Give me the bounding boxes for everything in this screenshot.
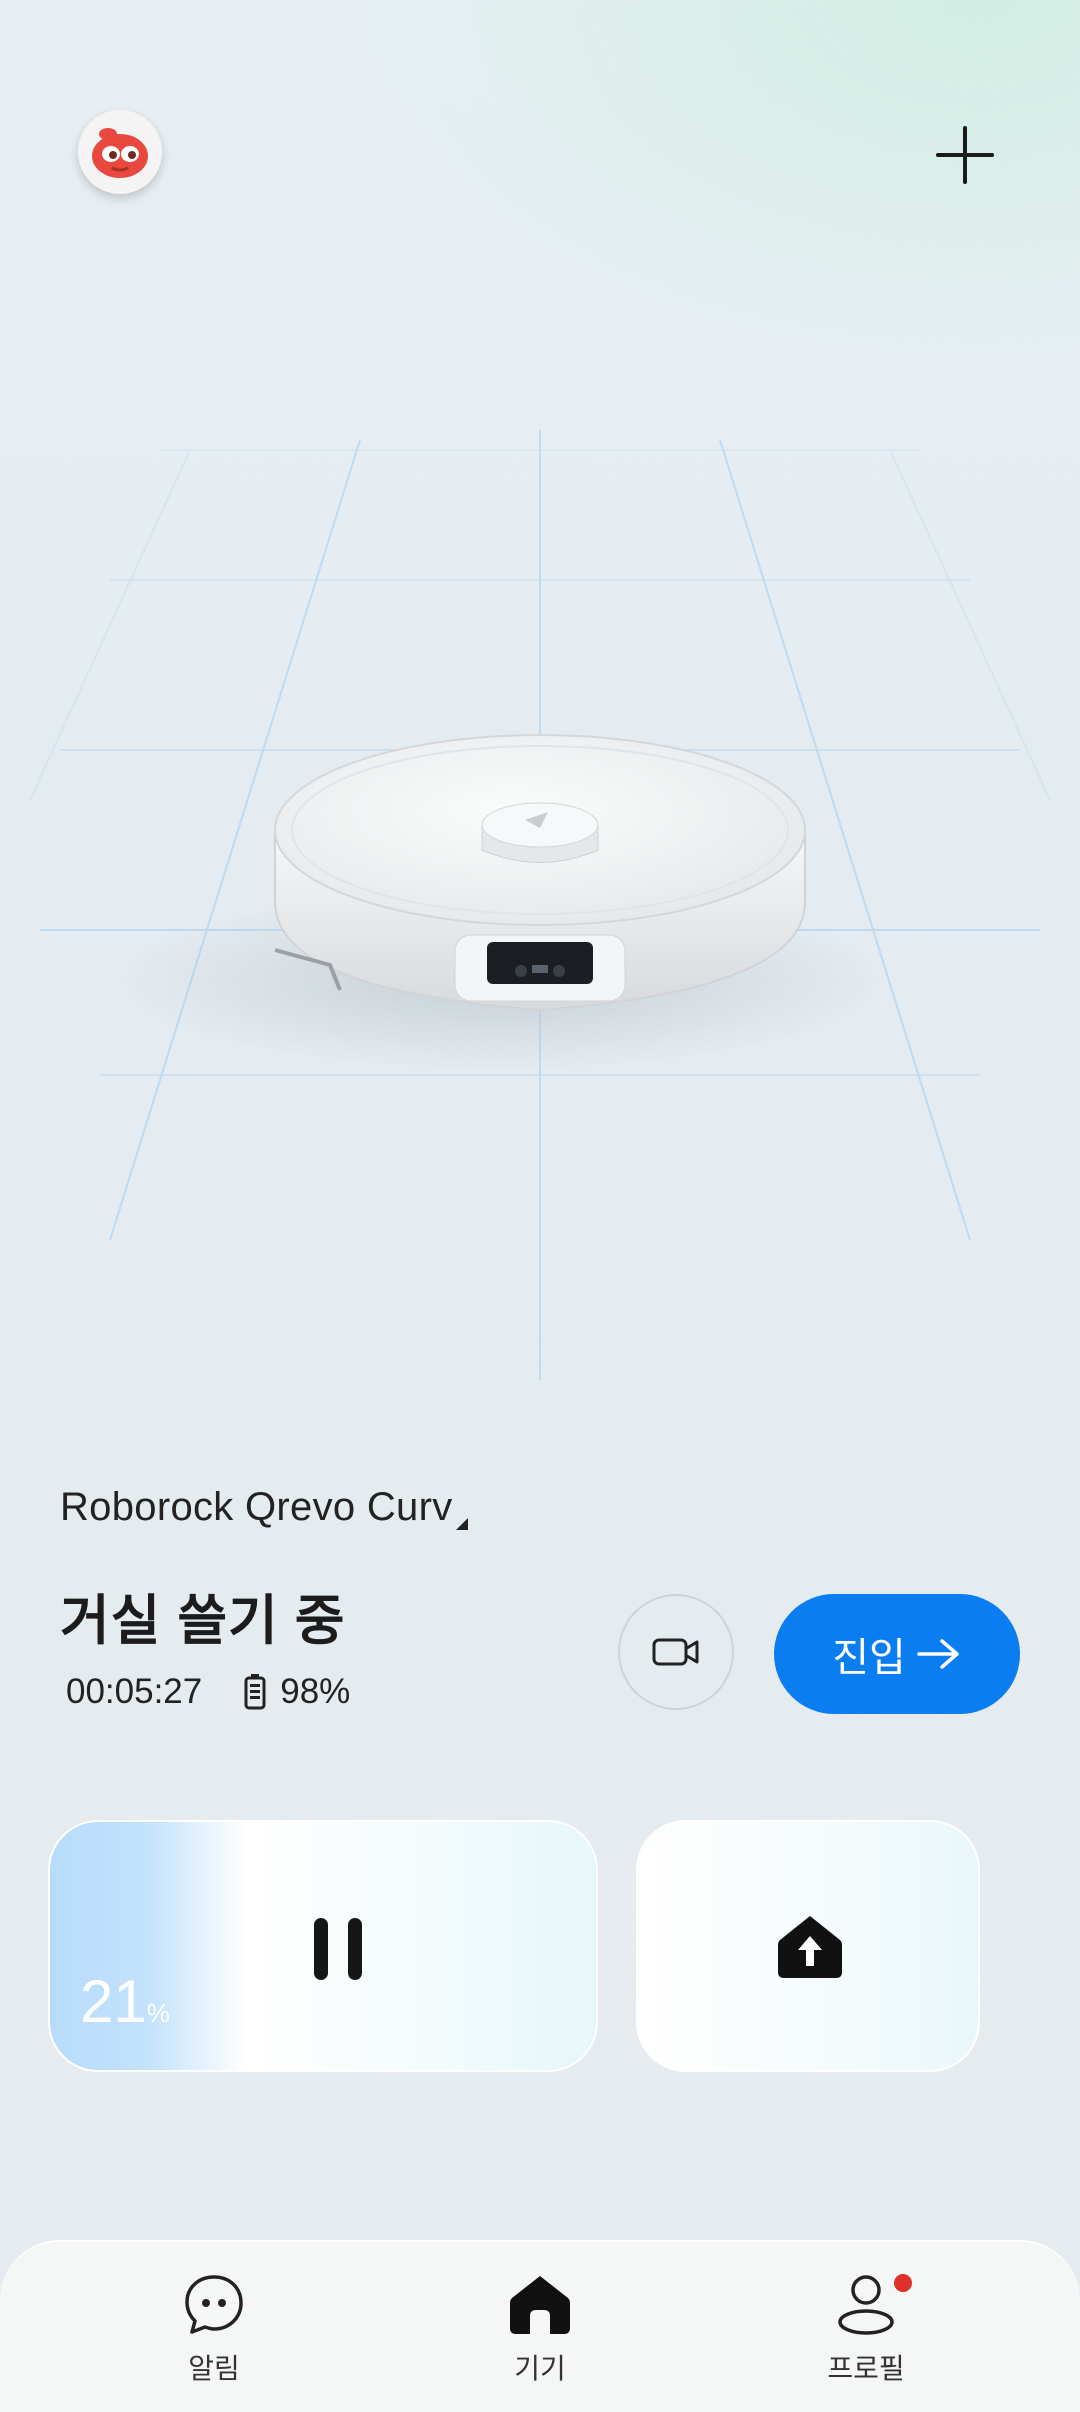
arrow-right-icon — [917, 1639, 959, 1669]
enter-button[interactable]: 진입 — [774, 1594, 1020, 1714]
device-name[interactable]: Roborock Qrevo Curv — [60, 1485, 453, 1530]
nav-label-alerts: 알림 — [188, 2353, 240, 2384]
cleaning-status: 거실 쓸기 중 — [60, 1591, 346, 1651]
return-to-dock-icon — [778, 1916, 842, 1978]
plus-icon[interactable] — [930, 120, 1000, 190]
video-camera-icon — [652, 1638, 699, 1666]
bottom-navigation: 알림 기기 프로필 — [0, 2240, 1080, 2412]
pause-cleaning-card[interactable]: 21% — [48, 1820, 598, 2072]
status-details: 00:05:27 98% — [66, 1672, 350, 1712]
robot-vacuum-illustration — [29, 430, 1051, 1380]
profile-notification-badge — [894, 2274, 912, 2292]
return-to-dock-card[interactable] — [636, 1820, 980, 2072]
nav-item-devices[interactable]: 기기 — [460, 2272, 620, 2387]
enter-label: 진입 — [832, 1636, 906, 1680]
nav-item-alerts[interactable]: 알림 — [134, 2272, 294, 2387]
pause-icon — [314, 1918, 362, 1980]
dropdown-caret-icon[interactable] — [456, 1518, 468, 1530]
chat-bubble-icon — [185, 2275, 243, 2334]
mascot-avatar-icon[interactable] — [78, 110, 162, 194]
profile-icon — [838, 2275, 894, 2335]
battery-level: 98% — [280, 1672, 351, 1711]
nav-item-profile[interactable]: 프로필 — [786, 2272, 946, 2387]
nav-label-devices: 기기 — [514, 2353, 566, 2384]
battery-icon — [244, 1674, 266, 1710]
cleaning-progress: 21% — [80, 1968, 170, 2035]
camera-button[interactable] — [618, 1594, 734, 1710]
elapsed-time: 00:05:27 — [66, 1672, 203, 1711]
nav-label-profile: 프로필 — [827, 2353, 905, 2384]
home-icon — [510, 2276, 570, 2334]
